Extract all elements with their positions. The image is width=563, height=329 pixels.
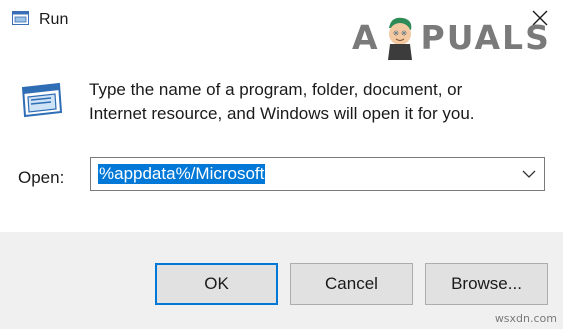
site-watermark: wsxdn.com [494,312,557,325]
open-label: Open: [18,168,65,187]
chevron-down-icon[interactable] [522,168,536,180]
run-app-icon [12,11,29,25]
run-program-icon [21,82,63,118]
run-dialog: Run A PUALS Type the name of a program, … [0,0,563,329]
appuals-logo: A PUALS [352,14,551,60]
instruction-text: Type the name of a program, folder, docu… [89,78,539,126]
window-title: Run [39,11,69,28]
ok-button[interactable]: OK [155,263,278,305]
logo-letter: A [352,17,379,57]
instruction-line-1: Type the name of a program, folder, docu… [89,80,463,99]
mascot-icon [387,17,412,60]
cancel-button[interactable]: Cancel [290,263,413,305]
logo-text: PUALS [420,17,551,57]
open-input-value[interactable]: %appdata%/Microsoft [98,164,266,184]
browse-button[interactable]: Browse... [425,263,548,305]
instruction-line-2: Internet resource, and Windows will open… [89,104,475,123]
open-combobox[interactable]: %appdata%/Microsoft [90,157,545,191]
